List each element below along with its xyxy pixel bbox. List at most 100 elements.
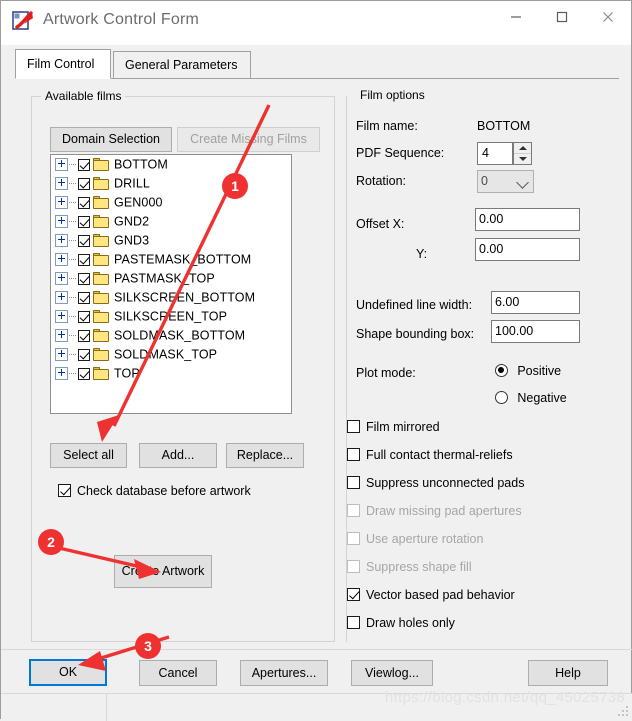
expand-icon[interactable] (55, 291, 68, 305)
film-checkbox[interactable] (78, 348, 90, 361)
film-list-item[interactable]: GND3 (51, 231, 291, 250)
film-option-checkbox[interactable]: Full contact thermal-reliefs (347, 448, 513, 462)
film-name: SOLDMASK_TOP (114, 347, 218, 362)
tree-connector-icon (69, 311, 78, 322)
film-list-item[interactable]: PASTMASK_TOP (51, 269, 291, 288)
resize-grip[interactable] (616, 704, 628, 716)
shape-bounding-box-input[interactable]: 100.00 (491, 320, 580, 343)
expand-icon[interactable] (55, 196, 68, 210)
replace-button[interactable]: Replace... (226, 443, 304, 468)
folder-icon (93, 329, 109, 343)
maximize-button[interactable] (539, 1, 585, 33)
apertures-button[interactable]: Apertures... (240, 660, 328, 686)
checkbox-label: Use aperture rotation (366, 532, 484, 546)
expand-icon[interactable] (55, 310, 68, 324)
checkbox-box (347, 420, 360, 433)
film-list-item[interactable]: GEN000 (51, 193, 291, 212)
annotation-badge-3: 3 (135, 633, 161, 659)
film-list-item[interactable]: SOLDMASK_TOP (51, 345, 291, 364)
expand-icon[interactable] (55, 253, 68, 267)
expand-icon[interactable] (55, 348, 68, 362)
film-name: PASTEMASK_BOTTOM (114, 252, 252, 267)
annotation-badge-1: 1 (222, 173, 248, 199)
arrow-down-icon (518, 157, 527, 161)
film-list-item[interactable]: GND2 (51, 212, 291, 231)
tab-film-control[interactable]: Film Control (15, 49, 111, 79)
expand-icon[interactable] (55, 272, 68, 286)
tab-general-parameters-label: General Parameters (125, 58, 238, 72)
check-database-checkbox[interactable]: Check database before artwork (58, 484, 251, 498)
film-name: GEN000 (114, 195, 163, 210)
tab-general-parameters[interactable]: General Parameters (113, 51, 251, 79)
film-checkbox[interactable] (78, 272, 90, 285)
add-button[interactable]: Add... (139, 443, 217, 468)
film-checkbox[interactable] (78, 310, 90, 323)
pdf-sequence-up-button[interactable] (514, 143, 531, 153)
folder-icon (93, 196, 109, 210)
plot-mode-positive-radio[interactable]: Positive (495, 364, 561, 380)
film-list-item[interactable]: DRILL (51, 174, 291, 193)
artwork-app-icon (11, 9, 35, 33)
expand-icon[interactable] (55, 367, 68, 381)
film-checkbox[interactable] (78, 177, 90, 190)
rotation-select[interactable]: 0 (477, 170, 534, 193)
create-missing-films-button: Create Missing Films (177, 127, 320, 152)
expand-icon[interactable] (55, 158, 68, 172)
title-bar: Artwork Control Form (1, 1, 631, 45)
domain-selection-label: Domain Selection (62, 132, 160, 146)
cancel-button[interactable]: Cancel (139, 660, 217, 686)
help-button[interactable]: Help (528, 660, 608, 686)
film-list-item[interactable]: SOLDMASK_BOTTOM (51, 326, 291, 345)
undefined-line-width-input[interactable]: 6.00 (491, 291, 580, 314)
checkbox-box (347, 448, 360, 461)
viewlog-button[interactable]: Viewlog... (351, 660, 433, 686)
create-artwork-button[interactable]: Create Artwork (114, 555, 212, 588)
film-name: SOLDMASK_BOTTOM (114, 328, 246, 343)
close-button[interactable] (585, 1, 631, 33)
create-artwork-label: Create Artwork (121, 564, 205, 578)
plot-mode-negative-radio[interactable]: Negative (495, 391, 567, 407)
film-checkbox[interactable] (78, 291, 90, 304)
expand-icon[interactable] (55, 177, 68, 191)
pdf-sequence-input[interactable]: 4 (477, 142, 532, 165)
shape-bounding-box-label: Shape bounding box: (356, 327, 475, 341)
offset-x-input[interactable]: 0.00 (475, 208, 580, 231)
film-list-item[interactable]: TOP (51, 364, 291, 383)
film-checkbox[interactable] (78, 215, 90, 228)
tree-connector-icon (69, 349, 78, 360)
maximize-icon (556, 11, 568, 23)
ok-button[interactable]: OK (29, 659, 107, 686)
film-option-checkbox[interactable]: Vector based pad behavior (347, 588, 515, 602)
expand-icon[interactable] (55, 215, 68, 229)
film-checkbox[interactable] (78, 158, 90, 171)
pdf-sequence-down-button[interactable] (514, 153, 531, 164)
footer-separator (1, 649, 632, 650)
pdf-sequence-stepper[interactable] (513, 142, 532, 165)
add-label: Add... (161, 448, 195, 462)
film-checkbox[interactable] (78, 253, 90, 266)
film-list-item[interactable]: BOTTOM (51, 155, 291, 174)
film-checkbox[interactable] (78, 367, 90, 380)
film-name: PASTMASK_TOP (114, 271, 215, 286)
films-listbox[interactable]: BOTTOM DRILL GEN000 GND2 GND3 PASTEMASK_BOTTO… (50, 154, 292, 414)
film-checkbox[interactable] (78, 234, 90, 247)
status-divider (106, 694, 107, 721)
offset-y-input[interactable]: 0.00 (475, 238, 580, 261)
select-all-button[interactable]: Select all (50, 443, 127, 468)
film-option-checkbox[interactable]: Film mirrored (347, 420, 440, 434)
film-option-checkbox[interactable]: Suppress unconnected pads (347, 476, 524, 490)
folder-icon (93, 367, 109, 381)
folder-icon (93, 310, 109, 324)
expand-icon[interactable] (55, 329, 68, 343)
film-checkbox[interactable] (78, 329, 90, 342)
film-list-item[interactable]: SILKSCREEN_TOP (51, 307, 291, 326)
cancel-label: Cancel (158, 666, 198, 680)
expand-icon[interactable] (55, 234, 68, 248)
film-checkbox[interactable] (78, 196, 90, 209)
film-name-value: BOTTOM (477, 119, 531, 133)
film-list-item[interactable]: SILKSCREEN_BOTTOM (51, 288, 291, 307)
domain-selection-button[interactable]: Domain Selection (50, 127, 172, 152)
film-option-checkbox[interactable]: Draw holes only (347, 616, 455, 630)
film-list-item[interactable]: PASTEMASK_BOTTOM (51, 250, 291, 269)
minimize-button[interactable] (493, 1, 539, 33)
